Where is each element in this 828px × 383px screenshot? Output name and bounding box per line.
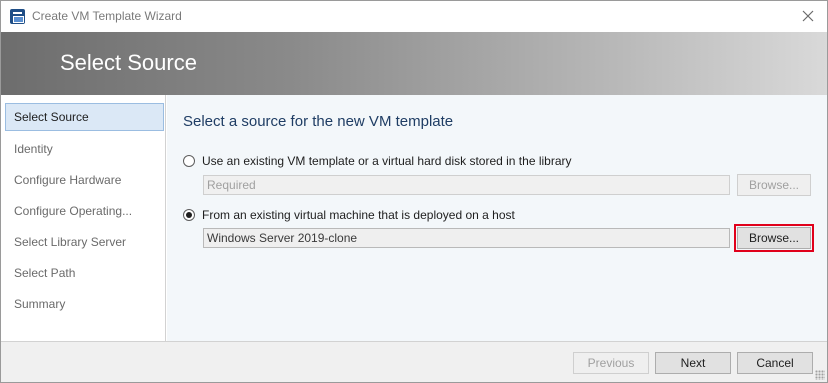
wizard-window: Create VM Template Wizard Select Source … [0,0,828,383]
close-button[interactable] [795,5,821,27]
resize-grip-icon[interactable] [815,370,825,380]
host-radio-label: From an existing virtual machine that is… [202,208,515,222]
title-bar: Create VM Template Wizard [1,1,827,32]
main-content: Select a source for the new VM template … [167,95,827,341]
header-banner: Select Source [1,32,827,95]
next-button[interactable]: Next [655,352,731,374]
nav-item-select-source[interactable]: Select Source [5,103,164,131]
wizard-nav: Select Source Identity Configure Hardwar… [1,95,166,341]
library-radio-label: Use an existing VM template or a virtual… [202,154,572,168]
option-host-row[interactable]: From an existing virtual machine that is… [183,208,515,222]
nav-item-identity[interactable]: Identity [5,135,164,163]
library-browse-button: Browse... [737,174,811,196]
page-title: Select Source [60,50,197,75]
nav-item-select-library-server[interactable]: Select Library Server [5,228,164,256]
close-icon [802,10,814,22]
nav-item-select-path[interactable]: Select Path [5,259,164,287]
option-library-row[interactable]: Use an existing VM template or a virtual… [183,154,572,168]
section-heading: Select a source for the new VM template [183,113,454,130]
nav-item-configure-hardware[interactable]: Configure Hardware [5,166,164,194]
window-title: Create VM Template Wizard [32,9,182,23]
library-radio[interactable] [183,155,195,167]
nav-item-summary[interactable]: Summary [5,290,164,318]
host-browse-button[interactable]: Browse... [734,224,814,252]
previous-button: Previous [573,352,649,374]
library-source-field: Required [203,175,730,195]
host-radio[interactable] [183,209,195,221]
nav-item-configure-operating[interactable]: Configure Operating... [5,197,164,225]
host-vm-field: Windows Server 2019-clone [203,228,730,248]
cancel-button[interactable]: Cancel [737,352,813,374]
app-icon [10,9,25,24]
footer-bar: Previous Next Cancel [1,341,827,382]
